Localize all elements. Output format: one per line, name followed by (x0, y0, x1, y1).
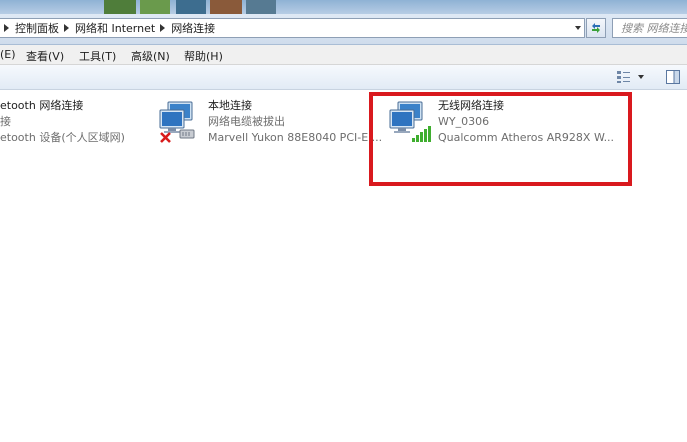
chevron-down-icon (638, 75, 644, 79)
breadcrumb-separator-icon[interactable] (160, 24, 166, 32)
menu-tools[interactable]: 工具(T) (79, 48, 116, 64)
refresh-button[interactable] (586, 18, 606, 38)
highlight-annotation (369, 92, 632, 186)
window-top-strip (0, 0, 687, 14)
refresh-icon (592, 23, 600, 33)
breadcrumb-network-connections[interactable]: 网络连接 (171, 20, 215, 36)
connection-name: 本地连接 (208, 99, 252, 112)
address-bar[interactable]: 控制面板 网络和 Internet 网络连接 (0, 18, 576, 38)
taskbar-thumbnail (140, 0, 170, 14)
connection-status: 接 (0, 115, 11, 128)
taskbar-thumbnail (246, 0, 276, 14)
connection-status: 网络电缆被拔出 (208, 115, 285, 128)
connection-item-bluetooth[interactable]: etooth 网络连接 接 etooth 设备(个人区域网) (0, 98, 150, 148)
breadcrumb-separator-icon[interactable] (4, 24, 9, 32)
wired-network-disconnected-icon (159, 101, 195, 143)
connection-item-local-area[interactable]: 本地连接 网络电缆被拔出 Marvell Yukon 88E8040 PCI-E… (158, 98, 382, 148)
preview-pane-icon (666, 70, 680, 84)
address-bar-row: 控制面板 网络和 Internet 网络连接 搜索 网络连接 (0, 14, 687, 45)
change-view-button[interactable] (616, 70, 648, 84)
connection-device: etooth 设备(个人区域网) (0, 131, 125, 144)
taskbar-thumbnail (210, 0, 242, 14)
menu-edit[interactable]: (E) (0, 48, 16, 61)
preview-pane-button[interactable] (666, 70, 680, 84)
breadcrumb-control-panel[interactable]: 控制面板 (15, 20, 59, 36)
view-options-icon (617, 71, 630, 83)
taskbar-thumbnail (176, 0, 206, 14)
connection-name: etooth 网络连接 (0, 99, 84, 112)
menu-bar: (E) 查看(V) 工具(T) 高级(N) 帮助(H) (0, 45, 687, 65)
search-input[interactable]: 搜索 网络连接 (612, 18, 687, 38)
address-dropdown-button[interactable] (571, 18, 585, 38)
menu-advanced[interactable]: 高级(N) (131, 48, 170, 64)
command-bar (0, 65, 687, 90)
chevron-down-icon (574, 26, 581, 30)
breadcrumb-separator-icon[interactable] (64, 24, 69, 32)
connection-device: Marvell Yukon 88E8040 PCI-E ... (208, 131, 383, 144)
menu-view[interactable]: 查看(V) (26, 48, 64, 64)
taskbar-thumbnail (104, 0, 136, 14)
menu-help[interactable]: 帮助(H) (184, 48, 223, 64)
breadcrumb-network-internet[interactable]: 网络和 Internet (75, 20, 155, 36)
